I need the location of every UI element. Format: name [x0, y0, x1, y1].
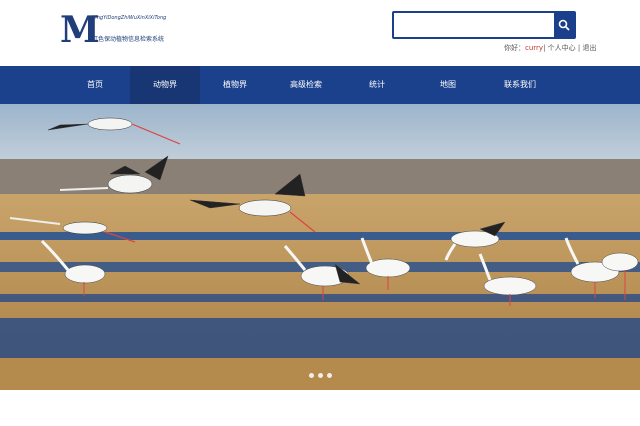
- slide-dot[interactable]: [317, 373, 323, 378]
- user-bar: 你好：curry| 个人中心 | 退出: [504, 43, 596, 53]
- logo-chinese-text: 红色保动植物信息检索系统: [92, 36, 165, 43]
- nav-item-advanced-search[interactable]: 高级检索: [270, 66, 342, 104]
- nav-item-plants[interactable]: 植物界: [200, 66, 270, 104]
- main-nav: 首页 动物界 植物界 高级检索 统计 地图 联系我们: [0, 66, 640, 104]
- slide-dot[interactable]: [326, 373, 332, 378]
- nav-item-contact[interactable]: 联系我们: [484, 66, 556, 104]
- page-content-area: [0, 390, 640, 426]
- nav-item-animals[interactable]: 动物界: [130, 66, 200, 104]
- banner-slideshow[interactable]: [0, 104, 640, 390]
- logo-english-text: XingYiDongZhiWuXinXiXiTong: [92, 15, 167, 21]
- header: M XingYiDongZhiWuXinXiXiTong 红色保动植物信息检索系…: [0, 0, 640, 66]
- search-button[interactable]: [554, 13, 574, 37]
- slide-indicators: [0, 363, 640, 382]
- nav-item-statistics[interactable]: 统计: [342, 66, 412, 104]
- nav-item-map[interactable]: 地图: [412, 66, 484, 104]
- search-icon: [558, 19, 570, 31]
- banner-image: [0, 104, 640, 390]
- search-input[interactable]: [394, 13, 554, 37]
- nav-item-home[interactable]: 首页: [60, 66, 130, 104]
- search-box: [392, 11, 576, 39]
- slide-dot[interactable]: [308, 373, 314, 378]
- user-name-link[interactable]: curry: [525, 44, 543, 52]
- user-links[interactable]: | 个人中心 | 退出: [543, 44, 596, 52]
- user-greeting: 你好：: [504, 44, 525, 52]
